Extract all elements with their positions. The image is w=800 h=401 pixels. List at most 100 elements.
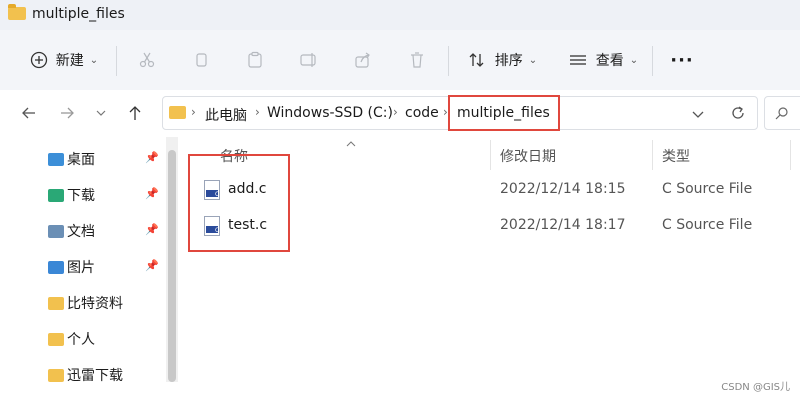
folder-icon <box>8 4 26 20</box>
c-source-file-icon: C <box>204 216 220 236</box>
sort-icon <box>469 53 484 67</box>
search-icon <box>775 107 788 120</box>
paste-button[interactable] <box>240 30 270 90</box>
clipboard-icon <box>248 51 262 68</box>
window-title: multiple_files <box>32 6 125 22</box>
desktop-icon <box>48 152 64 166</box>
arrow-right-icon <box>61 107 74 119</box>
copy-button[interactable] <box>186 30 216 90</box>
column-header-type[interactable]: 类型 <box>662 146 690 166</box>
folder-icon <box>48 368 64 382</box>
breadcrumb-separator: › <box>393 105 398 119</box>
rename-icon <box>300 53 316 67</box>
back-button[interactable] <box>18 102 40 124</box>
breadcrumb-separator: › <box>191 105 196 119</box>
sidebar-item-pictures[interactable]: 图片 <box>48 256 95 278</box>
title-bar: multiple_files <box>0 0 800 30</box>
file-name: test.c <box>228 217 268 233</box>
up-button[interactable] <box>124 102 146 124</box>
sidebar-item-documents[interactable]: 文档 <box>48 220 95 242</box>
watermark: CSDN @GIS儿 <box>721 382 790 393</box>
sidebar-item-label: 文档 <box>67 224 95 240</box>
column-divider[interactable] <box>652 140 653 170</box>
more-options-button[interactable]: ··· <box>666 30 698 90</box>
rename-button[interactable] <box>294 30 324 90</box>
sidebar-item-label: 桌面 <box>67 152 95 168</box>
sidebar-item-label: 迅雷下载 <box>67 368 123 384</box>
c-source-file-icon: C <box>204 180 220 200</box>
new-button[interactable]: 新建 ⌄ <box>24 30 104 90</box>
divider <box>652 46 653 76</box>
chevron-down-icon: ⌄ <box>629 54 639 66</box>
file-modified-date: 2022/12/14 18:15 <box>500 181 626 197</box>
table-row[interactable]: C add.c 2022/12/14 18:15 C Source File <box>198 173 800 207</box>
chevron-down-icon <box>692 111 704 118</box>
command-bar: 新建 ⌄ 排序 ⌄ 查看 ⌄ ··· <box>0 30 800 91</box>
breadcrumb-this-pc[interactable]: 此电脑 <box>205 105 247 125</box>
breadcrumb-separator: › <box>255 105 260 119</box>
refresh-button[interactable] <box>729 104 747 126</box>
forward-button[interactable] <box>56 102 78 124</box>
address-row: › 此电脑 › Windows-SSD (C:) › code › multip… <box>0 90 800 136</box>
chevron-down-icon: ⌄ <box>528 54 538 66</box>
column-divider[interactable] <box>490 140 491 170</box>
navigation-pane: 桌面 📌 下载 📌 文档 📌 图片 📌 比特资料 个人 迅雷下载 <box>0 136 178 401</box>
column-divider[interactable] <box>790 140 791 170</box>
pin-icon[interactable]: 📌 <box>145 151 159 164</box>
sidebar-item-label: 图片 <box>67 260 95 276</box>
sidebar-item-desktop[interactable]: 桌面 <box>48 148 95 170</box>
divider <box>116 46 117 76</box>
pictures-icon <box>48 260 64 274</box>
breadcrumb-drive[interactable]: Windows-SSD (C:) <box>267 105 393 121</box>
sort-button[interactable]: 排序 ⌄ <box>462 30 542 90</box>
sort-ascending-icon <box>346 141 356 147</box>
file-modified-date: 2022/12/14 18:17 <box>500 217 626 233</box>
column-header-date[interactable]: 修改日期 <box>500 146 556 166</box>
sidebar-item-bit-materials[interactable]: 比特资料 <box>48 292 123 314</box>
address-bar[interactable]: › 此电脑 › Windows-SSD (C:) › code › multip… <box>162 95 758 131</box>
sidebar-item-personal[interactable]: 个人 <box>48 328 95 350</box>
share-icon <box>355 52 370 68</box>
recent-locations-button[interactable] <box>90 102 112 124</box>
scrollbar-thumb[interactable] <box>168 150 176 382</box>
file-type: C Source File <box>662 217 753 233</box>
trash-icon <box>411 52 423 68</box>
download-icon <box>48 188 64 202</box>
arrow-left-icon <box>22 107 35 119</box>
address-dropdown-button[interactable] <box>691 106 705 125</box>
share-button[interactable] <box>348 30 378 90</box>
sort-label: 排序 <box>494 53 523 69</box>
plus-circle-icon <box>30 51 47 69</box>
breadcrumb-code[interactable]: code <box>405 105 439 121</box>
chevron-down-icon <box>96 110 106 116</box>
folder-icon <box>169 106 186 119</box>
file-type: C Source File <box>662 181 753 197</box>
view-label: 查看 <box>595 53 624 69</box>
divider <box>448 46 449 76</box>
highlight-box <box>448 95 560 131</box>
copy-icon <box>196 53 207 67</box>
pin-icon[interactable]: 📌 <box>145 259 159 272</box>
documents-icon <box>48 224 64 238</box>
chevron-down-icon: ⌄ <box>89 54 99 66</box>
sidebar-item-downloads[interactable]: 下载 <box>48 184 95 206</box>
delete-button[interactable] <box>402 30 432 90</box>
arrow-up-icon <box>129 106 141 120</box>
sidebar-item-label: 比特资料 <box>67 296 123 312</box>
folder-icon <box>48 332 64 346</box>
folder-icon <box>48 296 64 310</box>
pin-icon[interactable]: 📌 <box>145 187 159 200</box>
refresh-icon <box>732 106 744 119</box>
sidebar-item-label: 个人 <box>67 332 95 348</box>
scissors-icon <box>139 52 155 68</box>
search-input[interactable] <box>764 96 800 130</box>
sidebar-item-thunder-downloads[interactable]: 迅雷下载 <box>48 364 123 386</box>
file-name: add.c <box>228 181 267 197</box>
cut-button[interactable] <box>132 30 162 90</box>
view-list-icon <box>569 55 586 65</box>
new-label: 新建 <box>55 53 84 69</box>
pin-icon[interactable]: 📌 <box>145 223 159 236</box>
table-row[interactable]: C test.c 2022/12/14 18:17 C Source File <box>198 209 800 243</box>
view-button[interactable]: 查看 ⌄ <box>564 30 642 90</box>
sidebar-item-label: 下载 <box>67 188 95 204</box>
